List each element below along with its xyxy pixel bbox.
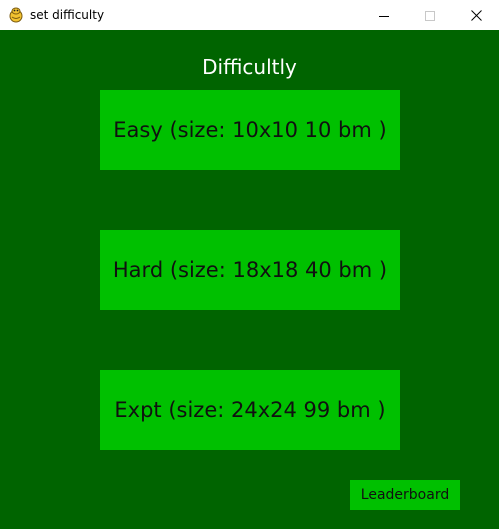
minimize-button[interactable] [361,0,407,30]
easy-button[interactable]: Easy (size: 10x10 10 bm ) [100,90,400,170]
close-button[interactable] [453,0,499,30]
leaderboard-button-label: Leaderboard [360,487,450,503]
maximize-button[interactable] [407,0,453,30]
maximize-icon [425,6,435,25]
hard-button-label: Hard (size: 18x18 40 bm ) [112,258,388,282]
difficulty-heading: Difficultly [202,55,297,79]
window-title: set difficulty [30,8,105,22]
leaderboard-button[interactable]: Leaderboard [350,480,460,510]
minimize-icon [379,6,389,25]
easy-button-label: Easy (size: 10x10 10 bm ) [113,118,387,142]
close-icon [470,6,482,25]
expert-button-label: Expt (size: 24x24 99 bm ) [114,398,386,422]
hard-button[interactable]: Hard (size: 18x18 40 bm ) [100,230,400,310]
pygame-snake-icon [8,7,24,23]
title-bar[interactable]: set difficulty [0,0,499,30]
app-window: set difficulty Difficultly Easy (size: 1… [0,0,499,529]
expert-button[interactable]: Expt (size: 24x24 99 bm ) [100,370,400,450]
